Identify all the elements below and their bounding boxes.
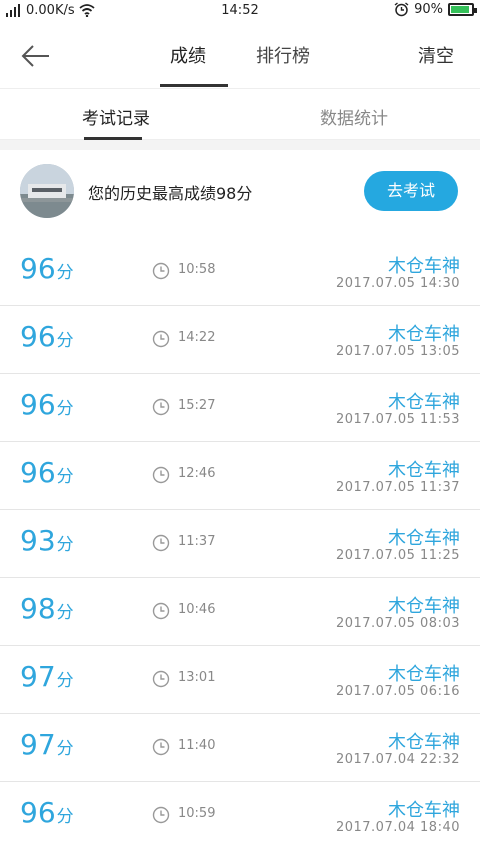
records-list: 96分 10:58 木仓车神 2017.07.05 14:30 96分 14:22 木仓车神…	[0, 238, 480, 850]
score-unit: 分	[56, 399, 74, 419]
clock-icon	[152, 330, 170, 348]
exam-location: 木仓车神	[388, 256, 460, 277]
exam-datetime: 2017.07.05 11:53	[335, 412, 460, 427]
clock-icon	[152, 738, 170, 756]
best-score-text: 您的历史最高成绩98分	[88, 184, 253, 203]
record-row[interactable]: 96分 10:59 木仓车神 2017.07.04 18:40	[0, 782, 480, 850]
score-number: 93	[20, 524, 56, 557]
record-row[interactable]: 98分 10:46 木仓车神 2017.07.05 08:03	[0, 578, 480, 646]
battery-icon	[448, 3, 477, 16]
score-number: 96	[20, 320, 56, 353]
record-row[interactable]: 93分 11:37 木仓车神 2017.07.05 11:25	[0, 510, 480, 578]
clock-icon	[152, 534, 170, 552]
go-exam-button[interactable]: 去考试	[364, 171, 458, 211]
score-value: 98分	[20, 592, 74, 630]
score-value: 96分	[20, 252, 74, 290]
exam-duration: 15:27	[178, 398, 216, 413]
exam-datetime: 2017.07.05 14:30	[335, 276, 460, 291]
exam-duration: 10:46	[178, 602, 216, 617]
score-number: 96	[20, 252, 56, 285]
exam-datetime: 2017.07.05 08:03	[335, 616, 460, 631]
tab-data-statistics[interactable]: 数据统计	[320, 104, 388, 129]
section-divider	[0, 140, 480, 150]
score-unit: 分	[56, 739, 74, 759]
exam-duration: 11:40	[178, 738, 216, 753]
score-value: 93分	[20, 524, 74, 562]
score-number: 98	[20, 592, 56, 625]
record-row[interactable]: 96分 10:58 木仓车神 2017.07.05 14:30	[0, 238, 480, 306]
exam-location: 木仓车神	[388, 596, 460, 617]
score-number: 96	[20, 388, 56, 421]
exam-datetime: 2017.07.05 11:25	[335, 548, 460, 563]
back-arrow-icon	[21, 45, 49, 67]
exam-datetime: 2017.07.05 13:05	[335, 344, 460, 359]
score-number: 96	[20, 456, 56, 489]
clock-icon	[152, 262, 170, 280]
score-unit: 分	[56, 671, 74, 691]
avatar-image	[20, 164, 74, 218]
score-unit: 分	[56, 603, 74, 623]
clear-button[interactable]: 清空	[418, 42, 454, 68]
tab-ranking[interactable]: 排行榜	[256, 42, 310, 68]
score-value: 97分	[20, 728, 74, 766]
score-unit: 分	[56, 331, 74, 351]
exam-datetime: 2017.07.04 18:40	[335, 820, 460, 835]
clock-icon	[152, 806, 170, 824]
score-number: 96	[20, 796, 56, 829]
record-row[interactable]: 96分 14:22 木仓车神 2017.07.05 13:05	[0, 306, 480, 374]
exam-duration: 14:22	[178, 330, 216, 345]
record-row[interactable]: 96分 12:46 木仓车神 2017.07.05 11:37	[0, 442, 480, 510]
tab-exam-records[interactable]: 考试记录	[82, 104, 150, 129]
tab-score[interactable]: 成绩	[170, 42, 206, 68]
header: 成绩 排行榜 清空	[0, 24, 480, 88]
subtabs: 考试记录 数据统计	[0, 88, 480, 140]
exam-location: 木仓车神	[388, 324, 460, 345]
back-button[interactable]	[20, 38, 60, 74]
exam-duration: 11:37	[178, 534, 216, 549]
exam-location: 木仓车神	[388, 664, 460, 685]
score-unit: 分	[56, 535, 74, 555]
exam-duration: 10:58	[178, 262, 216, 277]
score-unit: 分	[56, 263, 74, 283]
score-value: 97分	[20, 660, 74, 698]
exam-location: 木仓车神	[388, 528, 460, 549]
score-number: 97	[20, 660, 56, 693]
score-value: 96分	[20, 796, 74, 834]
best-score-row: 您的历史最高成绩98分 去考试	[0, 150, 480, 238]
score-value: 96分	[20, 388, 74, 426]
exam-location: 木仓车神	[388, 732, 460, 753]
exam-duration: 10:59	[178, 806, 216, 821]
status-right: 90%	[394, 2, 477, 17]
battery-percent: 90%	[414, 2, 443, 17]
exam-datetime: 2017.07.05 06:16	[335, 684, 460, 699]
status-bar: 0.00K/s 14:52 90%	[0, 0, 480, 24]
record-row[interactable]: 96分 15:27 木仓车神 2017.07.05 11:53	[0, 374, 480, 442]
score-value: 96分	[20, 320, 74, 358]
exam-location: 木仓车神	[388, 460, 460, 481]
clock-icon	[152, 466, 170, 484]
avatar	[20, 164, 74, 218]
tab-indicator	[160, 84, 228, 87]
record-row[interactable]: 97分 11:40 木仓车神 2017.07.04 22:32	[0, 714, 480, 782]
exam-location: 木仓车神	[388, 392, 460, 413]
battery-fill	[451, 6, 469, 13]
clock-icon	[152, 398, 170, 416]
record-row[interactable]: 97分 13:01 木仓车神 2017.07.05 06:16	[0, 646, 480, 714]
exam-location: 木仓车神	[388, 800, 460, 821]
clock-icon	[152, 670, 170, 688]
score-unit: 分	[56, 807, 74, 827]
exam-duration: 13:01	[178, 670, 216, 685]
exam-duration: 12:46	[178, 466, 216, 481]
score-number: 97	[20, 728, 56, 761]
exam-datetime: 2017.07.04 22:32	[335, 752, 460, 767]
score-value: 96分	[20, 456, 74, 494]
alarm-icon	[394, 2, 409, 17]
exam-datetime: 2017.07.05 11:37	[335, 480, 460, 495]
clock-icon	[152, 602, 170, 620]
score-unit: 分	[56, 467, 74, 487]
